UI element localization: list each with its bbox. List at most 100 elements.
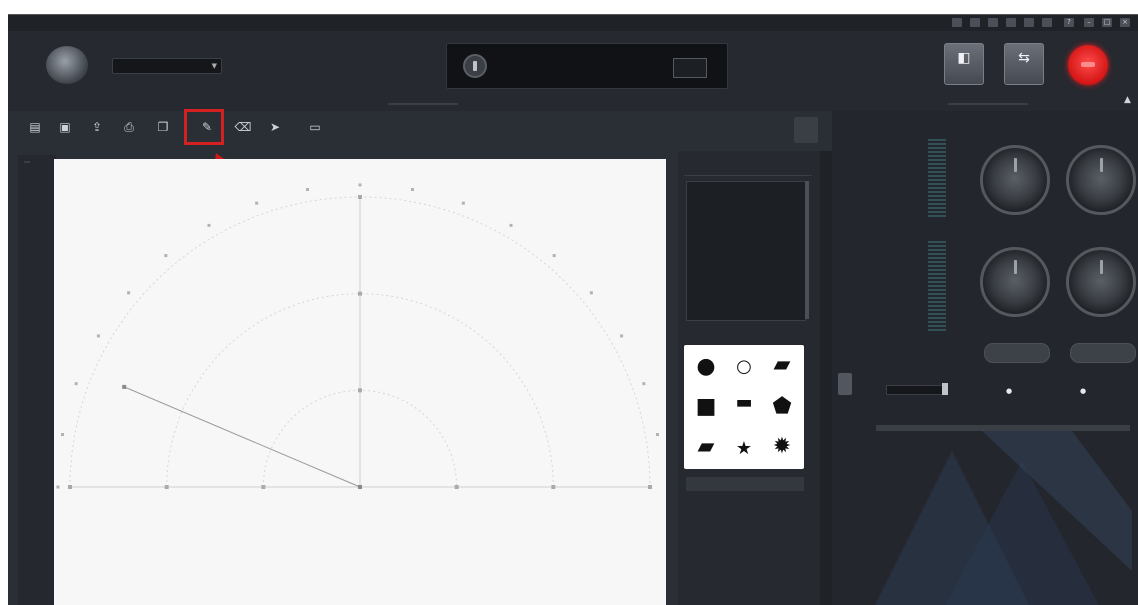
minimize-icon[interactable]: – — [1084, 18, 1094, 27]
collapse-icon[interactable]: ▲ — [1124, 95, 1131, 105]
level-meter-2 — [928, 241, 946, 331]
settings-tool[interactable]: ▭ — [298, 117, 332, 141]
angular-tick — [74, 382, 78, 386]
shape-tag[interactable]: ▰ — [766, 349, 798, 381]
radial-tick — [454, 485, 459, 489]
radial-tick — [358, 195, 362, 199]
angular-tick — [255, 201, 259, 205]
pointer-tool[interactable]: ➤ — [262, 117, 288, 141]
control-button-2[interactable] — [1070, 343, 1136, 363]
shape-bar[interactable]: ▬ — [728, 387, 760, 419]
angular-tick — [164, 254, 168, 258]
logo-knob[interactable] — [46, 46, 88, 84]
data-point — [358, 485, 362, 489]
erase-tool[interactable]: ⌫ — [230, 117, 256, 141]
save-tool[interactable]: ▣ — [52, 117, 78, 141]
record-button[interactable] — [1068, 45, 1108, 85]
angular-tick — [207, 223, 211, 227]
polar-chart-svg — [56, 183, 659, 489]
eraser-icon: ⌫ — [234, 120, 252, 134]
camera-icon[interactable] — [794, 117, 818, 143]
window-control-5[interactable] — [1024, 18, 1034, 27]
radial-tick — [358, 388, 362, 393]
maximize-icon[interactable]: □ — [1102, 18, 1112, 27]
angular-tick — [56, 485, 60, 489]
shape-burst[interactable]: ✹ — [766, 431, 798, 463]
window-control-3[interactable] — [988, 18, 998, 27]
radial-tick — [261, 485, 266, 489]
ruler-tag — [24, 161, 30, 163]
knob-1[interactable] — [980, 145, 1050, 215]
power-icon[interactable] — [463, 54, 487, 78]
angular-tick — [306, 188, 310, 192]
toolbar: ▤ ▣ ⇪ ⎙ ❐ ✎ ⌫ ➤ ▭ — [8, 111, 828, 151]
radio-option-2[interactable] — [1080, 387, 1089, 395]
panel-splitter[interactable] — [820, 151, 832, 605]
angular-tick — [552, 254, 556, 258]
help-icon[interactable]: ? — [1064, 18, 1074, 27]
side-ruler — [18, 155, 56, 605]
settings-icon: ▭ — [309, 120, 321, 134]
angular-tick — [620, 334, 624, 338]
angular-tick — [410, 188, 414, 192]
window-control-2[interactable] — [970, 18, 980, 27]
open-tool[interactable]: ▤ — [22, 117, 48, 141]
shape-square[interactable]: ■ — [690, 391, 722, 423]
radial-tick — [648, 485, 652, 489]
title-bar: ? – □ × — [8, 15, 1138, 31]
display-button[interactable] — [673, 58, 707, 78]
angular-tick — [61, 433, 65, 437]
item-list[interactable] — [686, 181, 806, 321]
radial-tick — [551, 485, 556, 489]
angular-tick — [589, 291, 593, 295]
radial-tick — [164, 485, 169, 489]
copy-tool[interactable]: ❐ — [150, 117, 176, 141]
radio-option-1[interactable] — [1006, 387, 1015, 395]
radial-tick — [68, 485, 72, 489]
angular-tick — [358, 183, 362, 187]
level-slider[interactable] — [886, 385, 944, 395]
pointer-icon: ➤ — [269, 120, 281, 134]
close-icon[interactable]: × — [1120, 18, 1130, 27]
preset-select[interactable]: ▼ — [112, 58, 222, 74]
print-icon: ⎙ — [124, 120, 134, 134]
window-control-6[interactable] — [1042, 18, 1052, 27]
stop-button[interactable]: ◧ — [944, 43, 984, 85]
tab-indicator-right — [948, 103, 1028, 105]
angular-tick — [642, 382, 646, 386]
list-scrollbar[interactable] — [805, 181, 809, 319]
shape-star[interactable]: ★ — [728, 433, 760, 465]
export-icon: ⇪ — [91, 120, 103, 134]
shape-palette: ● ○ ▰ ■ ▬ ⬟ ▰ ★ ✹ — [684, 345, 804, 469]
knob-2[interactable] — [1066, 145, 1136, 215]
radial-tick — [358, 291, 362, 296]
level-bar[interactable] — [876, 425, 1130, 431]
polar-chart[interactable] — [54, 159, 666, 605]
shape-circle-outline[interactable]: ○ — [728, 351, 760, 383]
export-tool[interactable]: ⇪ — [84, 117, 110, 141]
open-icon: ▤ — [29, 120, 41, 134]
mode-button[interactable]: ⇆ — [1004, 43, 1044, 85]
angular-tick — [96, 334, 100, 338]
window-control-4[interactable] — [1006, 18, 1016, 27]
add-shape-button[interactable] — [686, 477, 804, 491]
shape-circle-filled[interactable]: ● — [690, 351, 722, 383]
window-control-1[interactable] — [952, 18, 962, 27]
shape-pentagon[interactable]: ⬟ — [766, 391, 798, 423]
level-slider-knob[interactable] — [942, 383, 948, 395]
shape-parallelogram[interactable]: ▰ — [690, 431, 722, 463]
control-panel — [832, 111, 1138, 605]
print-tool[interactable]: ⎙ — [116, 117, 142, 141]
stop-icon: ◧ — [957, 50, 971, 66]
knob-4[interactable] — [1066, 247, 1136, 317]
angular-tick — [127, 291, 131, 295]
knob-3[interactable] — [980, 247, 1050, 317]
data-point — [122, 384, 127, 389]
tab-indicator-main — [388, 103, 458, 105]
status-display — [446, 43, 728, 89]
mode-icon: ⇆ — [1018, 50, 1030, 66]
angular-tick — [655, 433, 659, 437]
splitter-handle[interactable] — [838, 373, 852, 395]
control-button-1[interactable] — [984, 343, 1050, 363]
level-meter-1 — [928, 139, 946, 219]
